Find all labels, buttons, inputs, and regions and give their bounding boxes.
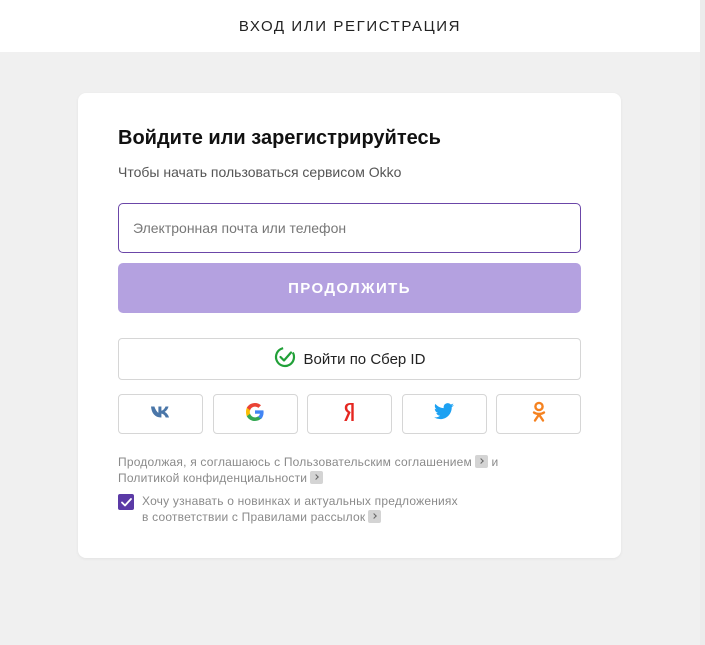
google-login-button[interactable]	[212, 394, 298, 434]
google-icon	[245, 402, 265, 427]
twitter-login-button[interactable]	[401, 394, 487, 434]
mailing-rules-link[interactable]: в соответствии с Правилами рассылок	[142, 510, 382, 524]
chevron-right-icon	[310, 471, 324, 484]
odnoklassniki-icon	[532, 401, 546, 428]
user-agreement-link[interactable]: Пользовательским соглашением	[283, 455, 489, 469]
yandex-icon	[343, 402, 357, 427]
continue-button[interactable]: ПРОДОЛЖИТЬ	[118, 263, 581, 313]
subscribe-line-2: в соответствии с Правилами рассылок	[142, 510, 366, 524]
user-agreement-label: Пользовательским соглашением	[283, 455, 473, 469]
page-title: ВХОД ИЛИ РЕГИСТРАЦИЯ	[238, 17, 462, 35]
odnoklassniki-login-button[interactable]	[496, 394, 581, 434]
sber-id-icon	[274, 346, 296, 372]
terms-prefix: Продолжая, я соглашаюсь с	[118, 455, 284, 469]
yandex-login-button[interactable]	[307, 394, 392, 434]
subscribe-option: Хочу узнавать о новинках и актуальных пр…	[118, 493, 581, 525]
terms-and: и	[488, 455, 499, 469]
sber-id-button[interactable]: Войти по Сбер ID	[118, 338, 581, 380]
scrollbar-track	[700, 0, 705, 645]
checkmark-icon	[120, 497, 132, 506]
subscribe-label: Хочу узнавать о новинках и актуальных пр…	[142, 493, 458, 525]
vk-login-button[interactable]	[118, 394, 203, 434]
subscribe-line-1: Хочу узнавать о новинках и актуальных пр…	[142, 494, 458, 508]
terms-text: Продолжая, я соглашаюсь с Пользовательск…	[118, 454, 581, 486]
top-bar: ВХОД ИЛИ РЕГИСТРАЦИЯ	[0, 0, 700, 52]
twitter-icon	[433, 402, 455, 426]
chevron-right-icon	[368, 510, 382, 523]
privacy-policy-link[interactable]: Политикой конфиденциальности	[118, 471, 324, 485]
chevron-right-icon	[475, 455, 489, 468]
card-heading: Войдите или зарегистрируйтесь	[118, 127, 441, 149]
vk-icon	[150, 405, 172, 424]
card-subheading: Чтобы начать пользоваться сервисом Okko	[118, 164, 402, 180]
privacy-policy-label: Политикой конфиденциальности	[118, 471, 308, 485]
social-login-row	[118, 394, 581, 434]
subscribe-checkbox[interactable]	[118, 494, 134, 510]
login-input[interactable]	[118, 203, 581, 253]
login-card: Войдите или зарегистрируйтесь Чтобы нача…	[78, 93, 621, 558]
sber-id-label: Войти по Сбер ID	[303, 350, 426, 368]
